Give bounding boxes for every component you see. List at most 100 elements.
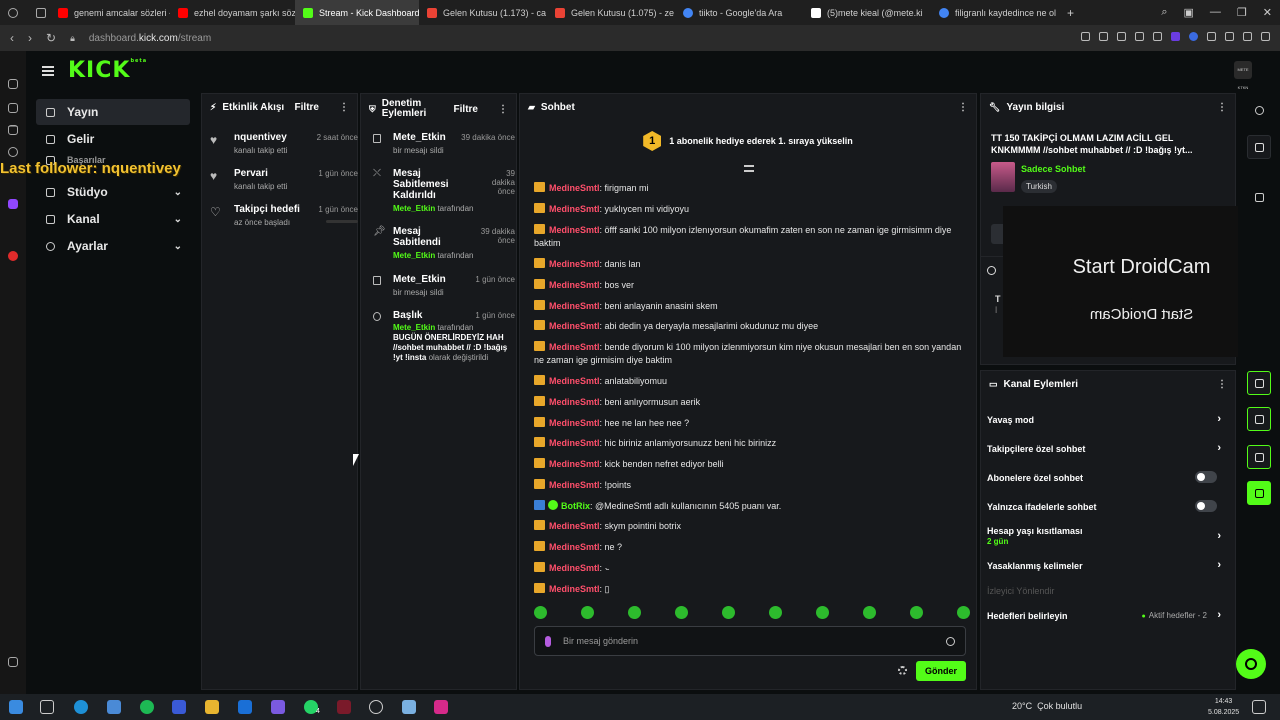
layout-tool-button[interactable]	[1247, 371, 1271, 395]
clip-tool-button[interactable]	[1247, 481, 1271, 505]
stream-title[interactable]: TT 150 TAKİPÇİ OLMAM LAZIM ACİLL GEL KNK…	[991, 132, 1213, 156]
chat-username[interactable]: MedineSmtl	[549, 418, 600, 428]
filter-button[interactable]: Filtre	[454, 104, 478, 115]
youtube-icon[interactable]	[8, 251, 18, 261]
chat-username[interactable]: MedineSmtl	[549, 542, 600, 552]
wrench-tool-button[interactable]	[1247, 407, 1271, 431]
chat-settings-icon[interactable]	[898, 666, 907, 675]
search-icon[interactable]: ⌕	[1161, 6, 1167, 19]
edge-icon[interactable]	[74, 700, 88, 714]
close-icon[interactable]: ✕	[1263, 6, 1272, 19]
more-options-icon[interactable]: ⋮	[1217, 379, 1227, 390]
set-goals-row[interactable]: Hedefleri belirleyinAktif hedefler - 2›	[987, 609, 1221, 621]
emote-icon[interactable]	[863, 606, 876, 619]
support-fab[interactable]	[1236, 649, 1266, 679]
app-icon[interactable]	[337, 700, 351, 714]
collapse-pinned-icon[interactable]	[744, 165, 754, 172]
emote-icon[interactable]	[581, 606, 594, 619]
category-name[interactable]: Sadece Sohbet	[1021, 164, 1086, 174]
history-icon[interactable]	[8, 79, 18, 89]
kick-logo[interactable]: KICKbeta	[68, 58, 147, 83]
download-icon[interactable]	[1243, 32, 1252, 41]
folder-icon[interactable]	[205, 700, 219, 714]
app-icon[interactable]	[271, 700, 285, 714]
more-options-icon[interactable]: ⋮	[1217, 102, 1227, 113]
app-icon[interactable]	[8, 147, 18, 157]
back-icon[interactable]: ‹	[10, 31, 14, 45]
store-icon[interactable]	[107, 700, 121, 714]
emote-icon[interactable]	[816, 606, 829, 619]
extension-icon[interactable]	[1135, 32, 1144, 41]
bookmark-icon[interactable]	[1081, 32, 1090, 41]
extension-icon[interactable]	[1207, 32, 1216, 41]
emote-icon[interactable]	[910, 606, 923, 619]
chat-username[interactable]: MedineSmtl	[549, 204, 600, 214]
account-age-row[interactable]: Hesap yaşı kısıtlaması 2 gün ›	[987, 526, 1221, 546]
followers-only-row[interactable]: Takipçilere özel sohbet ›	[987, 442, 1221, 454]
more-options-icon[interactable]: ⋮	[498, 104, 508, 115]
slow-mode-row[interactable]: Yavaş mod ›	[987, 413, 1221, 425]
filter-button[interactable]: Filtre	[295, 102, 319, 113]
extension-icon[interactable]	[1189, 32, 1198, 41]
start-icon[interactable]	[9, 700, 23, 714]
obs-icon[interactable]	[369, 700, 383, 714]
emoji-picker-icon[interactable]	[946, 637, 955, 646]
menu-icon[interactable]	[1261, 32, 1270, 41]
chat-username[interactable]: MedineSmtl	[549, 280, 600, 290]
browser-tab[interactable]: genemi amcalar sözleri -	[50, 0, 170, 25]
sidebar-item-kanal[interactable]: Kanal ⌄	[36, 206, 190, 232]
outlook-icon[interactable]	[238, 700, 252, 714]
chat-username[interactable]: MedineSmtl	[549, 521, 600, 531]
extension-icon[interactable]	[1099, 32, 1108, 41]
more-options-icon[interactable]: ⋮	[339, 102, 349, 113]
chat-username[interactable]: MedineSmtl	[549, 376, 600, 386]
forward-icon[interactable]: ›	[28, 31, 32, 45]
notification-icon[interactable]	[1252, 700, 1266, 714]
chat-username[interactable]: BotRix	[561, 501, 590, 511]
tab-list-icon[interactable]	[28, 0, 50, 25]
reload-icon[interactable]: ↻	[46, 31, 56, 45]
task-view-icon[interactable]	[40, 700, 54, 714]
avatar[interactable]: METE KTKN	[1234, 61, 1252, 90]
chat-username[interactable]: MedineSmtl	[549, 259, 600, 269]
chat-username[interactable]: MedineSmtl	[549, 342, 600, 352]
new-tab-button[interactable]: +	[1059, 0, 1079, 25]
sidebar-item-yayin[interactable]: Yayın	[36, 99, 190, 125]
restore-icon[interactable]: ❐	[1237, 6, 1247, 19]
chat-username[interactable]: MedineSmtl	[549, 480, 600, 490]
chat-username[interactable]: MedineSmtl	[549, 397, 600, 407]
hamburger-menu-icon[interactable]	[42, 66, 54, 76]
info-icon[interactable]	[1255, 106, 1264, 115]
browser-tab[interactable]: Gelen Kutusu (1.173) - ca	[419, 0, 547, 25]
browser-tab[interactable]: Gelen Kutusu (1.075) - ze	[547, 0, 675, 25]
extension-icon[interactable]	[1225, 32, 1234, 41]
url-field[interactable]: dashboard.kick.com/stream	[89, 33, 211, 44]
chat-username[interactable]: MedineSmtl	[549, 321, 600, 331]
emote-icon[interactable]	[534, 606, 547, 619]
browser-menu-icon[interactable]	[0, 0, 28, 25]
more-icon[interactable]	[8, 677, 18, 687]
twitch-icon[interactable]	[8, 199, 18, 209]
weather-widget[interactable]: 20°C Çok bulutlu	[1012, 701, 1082, 711]
browser-tab[interactable]: tiikto - Google'da Ara	[675, 0, 803, 25]
browser-tab-active[interactable]: Stream - Kick Dashboard	[295, 0, 419, 25]
chat-username[interactable]: MedineSmtl	[549, 301, 600, 311]
shopping-icon[interactable]	[8, 103, 18, 113]
kick-app-icon[interactable]	[8, 125, 18, 135]
extension-icon[interactable]	[1153, 32, 1162, 41]
emote-icon[interactable]	[722, 606, 735, 619]
browser-tab[interactable]: ezhel doyamam şarkı söz	[170, 0, 295, 25]
emote-icon[interactable]	[628, 606, 641, 619]
edit-tool-button[interactable]	[1247, 135, 1271, 159]
sidebar-item-ayarlar[interactable]: Ayarlar ⌄	[36, 233, 190, 259]
pinned-message[interactable]: 1 1 abonelik hediye ederek 1. sıraya yük…	[520, 130, 976, 152]
extension-icon[interactable]	[1117, 32, 1126, 41]
sidebar-settings-icon[interactable]	[8, 657, 18, 667]
chat-username[interactable]: MedineSmtl	[549, 438, 600, 448]
chat-username[interactable]: MedineSmtl	[549, 584, 600, 594]
chat-username[interactable]: MedineSmtl	[549, 183, 600, 193]
site-info-icon[interactable]: 🔒︎	[70, 33, 75, 44]
share-tool-button[interactable]	[1247, 445, 1271, 469]
sidebar-item-gelir[interactable]: Gelir	[36, 126, 190, 152]
emote-icon[interactable]	[769, 606, 782, 619]
